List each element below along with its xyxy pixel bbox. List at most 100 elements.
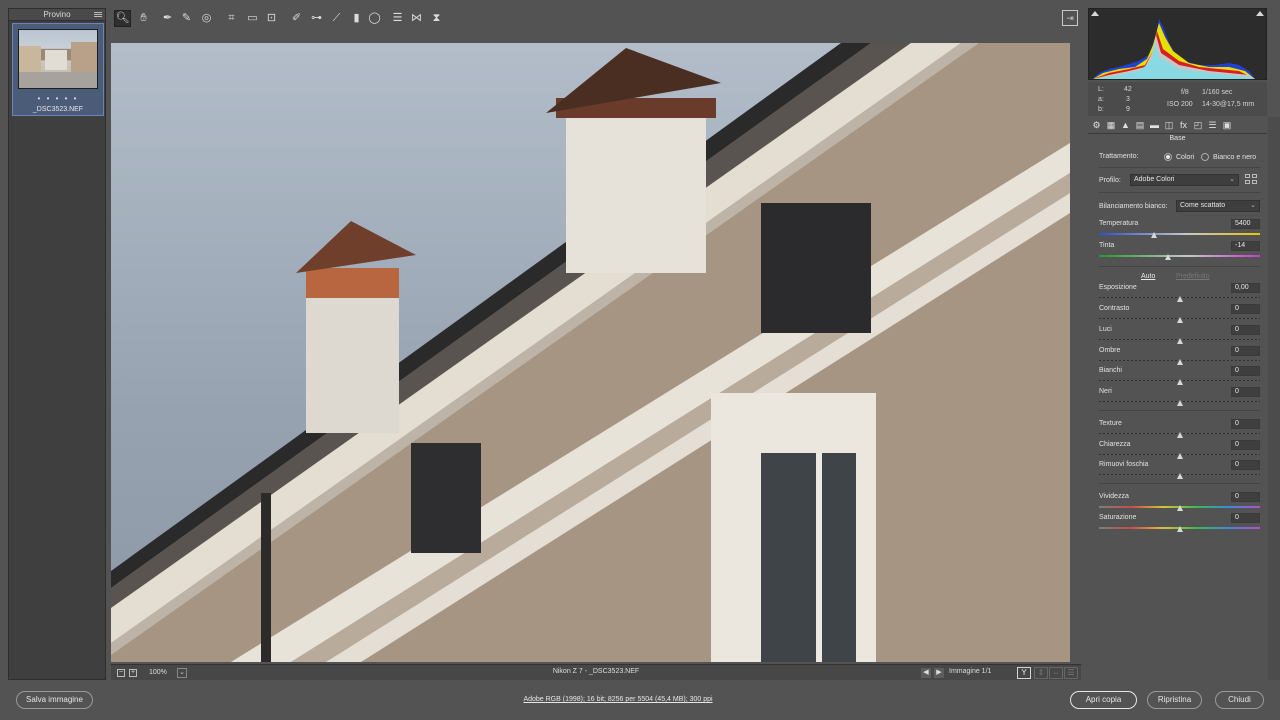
ombre-value-input[interactable]: 0 xyxy=(1231,346,1260,356)
filmstrip-thumbnail[interactable]: • • • • • _DSC3523.NEF xyxy=(12,23,104,116)
thumbnail-rating[interactable]: • • • • • xyxy=(13,94,103,103)
vividezza-slider-handle[interactable] xyxy=(1176,505,1183,511)
graduated-filter-tool-icon[interactable]: ▮ xyxy=(348,10,365,27)
shutter-speed: 1/160 sec xyxy=(1202,89,1233,96)
adjustment-brush-tool-icon[interactable]: ⟋ xyxy=(328,10,345,27)
temperatura-slider-track[interactable] xyxy=(1099,233,1260,235)
tab-lens-icon[interactable]: ◫ xyxy=(1164,120,1175,131)
white-balance-select[interactable]: Come scattato ⌄ xyxy=(1176,200,1260,212)
neri-slider-handle[interactable] xyxy=(1176,400,1183,406)
bianchi-slider-handle[interactable] xyxy=(1176,379,1183,385)
transform-tool-icon[interactable]: ⊡ xyxy=(263,10,280,27)
texture-label: Texture xyxy=(1099,420,1122,427)
bianchi-value-input[interactable]: 0 xyxy=(1231,366,1260,376)
tinta-slider-handle[interactable] xyxy=(1165,254,1172,260)
temperatura-slider-handle[interactable] xyxy=(1150,232,1157,238)
panel-scrollbar[interactable] xyxy=(1268,117,1280,680)
targeted-adjustment-tool-icon[interactable]: ◎ xyxy=(198,10,215,27)
luci-slider-handle[interactable] xyxy=(1176,338,1183,344)
saturazione-value-input[interactable]: 0 xyxy=(1231,513,1260,523)
treatment-label: Trattamento: xyxy=(1099,153,1139,160)
lab-a-value: 3 xyxy=(1126,96,1130,103)
profile-browser-icon[interactable] xyxy=(1245,174,1259,186)
previous-image-button[interactable]: ◀ xyxy=(921,668,931,678)
tab-detail-icon[interactable]: ▲ xyxy=(1120,120,1131,131)
chiarezza-value-input[interactable]: 0 xyxy=(1231,440,1260,450)
photo-preview xyxy=(111,43,1070,662)
rimuovi-foschia-value-input[interactable]: 0 xyxy=(1231,460,1260,470)
highlight-clipping-icon[interactable] xyxy=(1256,11,1264,16)
profile-select[interactable]: Adobe Colori ⌄ xyxy=(1130,174,1239,186)
rotate-left-tool-icon[interactable]: ⋈ xyxy=(408,10,425,27)
lab-a-label: a: xyxy=(1098,96,1104,103)
esposizione-value-input[interactable]: 0,00 xyxy=(1231,283,1260,293)
auto-button[interactable]: Auto xyxy=(1141,273,1155,280)
swap-view-button[interactable]: ⇔ xyxy=(1049,667,1063,679)
workflow-options-link[interactable]: Adobe RGB (1998); 16 bit; 8256 per 5504 … xyxy=(0,696,1236,703)
contrasto-label: Contrasto xyxy=(1099,305,1130,312)
thumbnail-filename: _DSC3523.NEF xyxy=(32,106,84,113)
treatment-bw-label[interactable]: Bianco e nero xyxy=(1213,154,1256,161)
neri-value-input[interactable]: 0 xyxy=(1231,387,1260,397)
lab-l-value: 42 xyxy=(1124,86,1132,93)
tab-calibration-icon[interactable]: ◰ xyxy=(1193,120,1204,131)
contrasto-value-input[interactable]: 0 xyxy=(1231,304,1260,314)
before-after-view-button[interactable]: Y xyxy=(1017,667,1031,679)
chiarezza-label: Chiarezza xyxy=(1099,441,1131,448)
reset-button[interactable]: Ripristina xyxy=(1147,691,1202,709)
spot-removal-tool-icon[interactable]: ✐ xyxy=(288,10,305,27)
view-settings-button[interactable]: ☰ xyxy=(1064,667,1078,679)
preferences-tool-icon[interactable]: ☰ xyxy=(389,10,406,27)
histogram xyxy=(1088,8,1267,80)
texture-slider-handle[interactable] xyxy=(1176,432,1183,438)
radial-filter-tool-icon[interactable]: ◯ xyxy=(366,10,383,27)
filmstrip-title: Provino xyxy=(43,10,71,19)
panel-title: Base xyxy=(1169,135,1186,142)
open-preferences-icon[interactable]: ⇥ xyxy=(1062,10,1078,26)
zoom-tool-icon[interactable]: 🔍︎ xyxy=(114,10,131,27)
close-button[interactable]: Chiudi xyxy=(1215,691,1264,709)
tab-basic-icon[interactable]: ⚙ xyxy=(1091,120,1102,131)
treatment-bw-radio[interactable] xyxy=(1201,153,1209,161)
straighten-tool-icon[interactable]: ▭ xyxy=(244,10,261,27)
vividezza-value-input[interactable]: 0 xyxy=(1231,492,1260,502)
saturazione-slider-handle[interactable] xyxy=(1176,526,1183,532)
ombre-slider-handle[interactable] xyxy=(1176,359,1183,365)
esposizione-slider-handle[interactable] xyxy=(1176,296,1183,302)
chiarezza-slider-handle[interactable] xyxy=(1176,453,1183,459)
esposizione-label: Esposizione xyxy=(1099,284,1137,291)
red-eye-tool-icon[interactable]: ⊶ xyxy=(308,10,325,27)
tinta-value-input[interactable]: -14 xyxy=(1231,241,1260,251)
color-sampler-tool-icon[interactable]: ✎ xyxy=(178,10,195,27)
default-button[interactable]: Predefinito xyxy=(1176,273,1209,280)
vividezza-label: Vividezza xyxy=(1099,493,1129,500)
panel-tabs: ⚙ ▦ ▲ ▤ ▬ ◫ fx ◰ ☰ ▣ xyxy=(1088,117,1267,134)
tab-split-toning-icon[interactable]: ▬ xyxy=(1149,120,1160,131)
tab-tone-curve-icon[interactable]: ▦ xyxy=(1106,120,1117,131)
white-balance-value: Come scattato xyxy=(1180,202,1226,209)
filmstrip-menu-icon[interactable] xyxy=(94,11,102,19)
tab-snapshots-icon[interactable]: ▣ xyxy=(1222,120,1233,131)
rotate-right-tool-icon[interactable]: ⧗ xyxy=(428,10,445,27)
hand-tool-icon[interactable]: ✋︎ xyxy=(135,10,152,27)
tab-presets-icon[interactable]: ☰ xyxy=(1207,120,1218,131)
luci-value-input[interactable]: 0 xyxy=(1231,325,1260,335)
image-canvas[interactable] xyxy=(111,43,1070,662)
contrasto-slider-handle[interactable] xyxy=(1176,317,1183,323)
tab-hsl-icon[interactable]: ▤ xyxy=(1135,120,1146,131)
crop-tool-icon[interactable]: ⌗ xyxy=(223,10,240,27)
texture-value-input[interactable]: 0 xyxy=(1231,419,1260,429)
tab-effects-icon[interactable]: fx xyxy=(1178,120,1189,131)
temperatura-value-input[interactable]: 5400 xyxy=(1231,219,1260,229)
rimuovi-foschia-slider-handle[interactable] xyxy=(1176,473,1183,479)
next-image-button[interactable]: ▶ xyxy=(934,668,944,678)
treatment-color-label[interactable]: Colori xyxy=(1176,154,1194,161)
compare-view-button[interactable]: ⇕ xyxy=(1034,667,1048,679)
shadow-clipping-icon[interactable] xyxy=(1091,11,1099,16)
lab-b-value: 9 xyxy=(1126,106,1130,113)
treatment-color-radio[interactable] xyxy=(1164,153,1172,161)
tinta-slider-track[interactable] xyxy=(1099,255,1260,257)
open-copy-button[interactable]: Apri copia xyxy=(1070,691,1137,709)
white-balance-tool-icon[interactable]: ✒ xyxy=(159,10,176,27)
profile-value: Adobe Colori xyxy=(1134,176,1175,183)
